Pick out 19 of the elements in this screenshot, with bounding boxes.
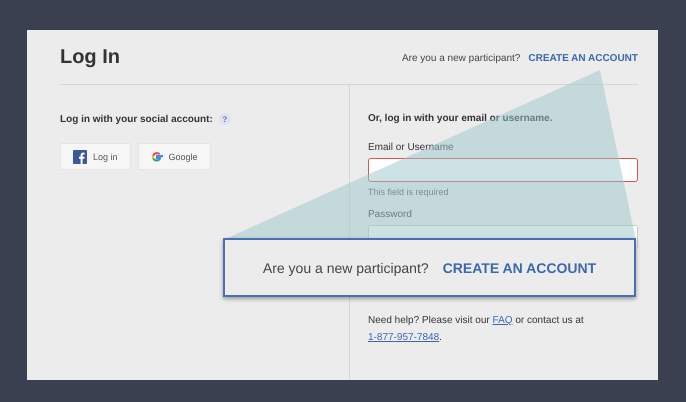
help-text: Need help? Please visit our FAQ or contact us at 1-877-957-7848. xyxy=(368,314,585,345)
page-title: Log In xyxy=(60,46,120,68)
create-account-link[interactable]: CREATE AN ACCOUNT xyxy=(528,53,638,64)
field-label: Password xyxy=(368,209,413,220)
new-participant-prompt: Are you a new participant? xyxy=(402,53,520,64)
callout-prompt: Are you a new participant? xyxy=(262,260,429,276)
google-login-button[interactable]: Google xyxy=(138,143,211,170)
faq-link[interactable]: FAQ xyxy=(492,315,513,326)
help-icon[interactable]: ? xyxy=(218,113,231,125)
facebook-logo-icon xyxy=(73,150,87,164)
field-label: Email or Username xyxy=(368,142,455,153)
form-heading: Or, log in with your email or username. xyxy=(368,113,552,124)
facebook-login-button[interactable]: Log in xyxy=(60,143,131,170)
callout-create-account-link[interactable]: CREATE AN ACCOUNT xyxy=(442,260,596,276)
google-logo-icon xyxy=(150,150,163,162)
social-login-heading: Log in with your social account: xyxy=(60,114,213,124)
email-field[interactable] xyxy=(368,158,638,182)
error-message: This field is required xyxy=(368,187,450,197)
phone-link[interactable]: 1-877-957-7848 xyxy=(368,332,440,343)
